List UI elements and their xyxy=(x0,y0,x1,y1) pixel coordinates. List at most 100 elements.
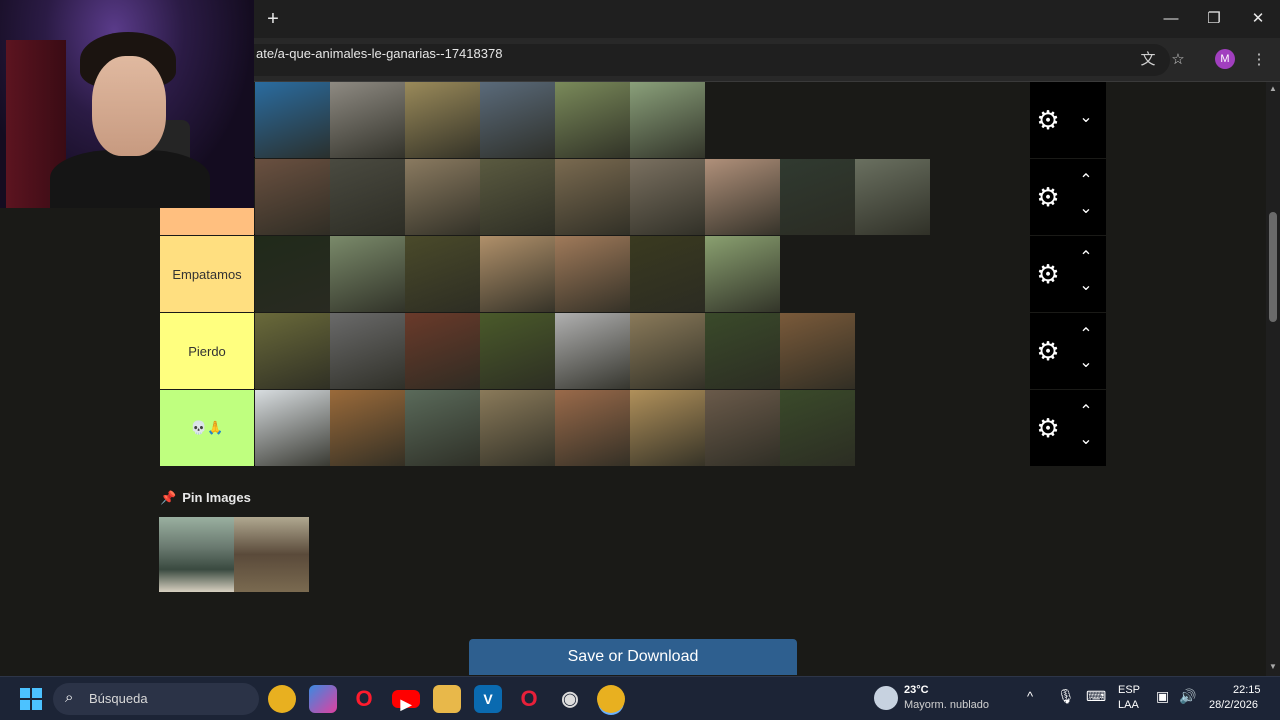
animal-image-anaconda[interactable] xyxy=(255,313,330,389)
minimize-button[interactable]: — xyxy=(1160,8,1182,30)
restore-button[interactable]: ❐ xyxy=(1203,8,1225,30)
animal-image-tiger[interactable] xyxy=(330,390,405,466)
bookmark-star-icon[interactable]: ☆ xyxy=(1167,49,1189,71)
animal-image-rottweiler[interactable] xyxy=(780,390,855,466)
taskbar-search-box[interactable]: ⌕ Búsqueda xyxy=(53,683,259,715)
move-down-chevron-icon[interactable]: ⌄ xyxy=(1076,201,1096,217)
animal-image-red-deer[interactable] xyxy=(630,236,705,312)
language-code[interactable]: ESP xyxy=(1118,684,1140,696)
tier-label[interactable]: Empatamos xyxy=(160,236,254,312)
animal-image-donkey[interactable] xyxy=(480,159,555,235)
move-up-chevron-icon[interactable]: ⌃ xyxy=(1076,327,1096,343)
weather-icon[interactable] xyxy=(874,686,898,710)
opera-gx-app-icon[interactable]: O xyxy=(515,685,543,713)
animal-image-german-shepherd[interactable] xyxy=(780,313,855,389)
animal-image-hyena[interactable] xyxy=(705,390,780,466)
animal-image-ram[interactable] xyxy=(555,159,630,235)
animal-image-snow-leopard[interactable] xyxy=(555,313,630,389)
gear-icon[interactable]: ⚙ xyxy=(1034,414,1062,442)
opera-app-icon[interactable]: O xyxy=(350,685,378,713)
gear-icon[interactable]: ⚙ xyxy=(1034,337,1062,365)
animal-image-caracal[interactable] xyxy=(555,236,630,312)
animal-image-honey-badger[interactable] xyxy=(255,159,330,235)
scrollbar-thumb[interactable] xyxy=(1269,212,1277,322)
animal-image-bear[interactable] xyxy=(255,236,330,312)
animal-image-geese[interactable] xyxy=(630,82,705,158)
tier-items-area[interactable] xyxy=(255,159,1030,235)
animal-image-lizard[interactable] xyxy=(480,82,555,158)
move-down-chevron-icon[interactable]: ⌄ xyxy=(1076,278,1096,294)
tray-overflow-chevron-icon[interactable]: ^ xyxy=(1027,689,1033,704)
url-text[interactable]: ate/a-que-animales-le-ganarias--17418378 xyxy=(256,46,502,61)
animal-image-panda[interactable] xyxy=(705,313,780,389)
move-up-chevron-icon[interactable]: ⌃ xyxy=(1076,404,1096,420)
translate-icon[interactable]: 文 xyxy=(1137,49,1159,71)
move-up-chevron-icon[interactable]: ⌃ xyxy=(1076,250,1096,266)
clock-date[interactable]: 28/2/2026 xyxy=(1209,699,1258,711)
weather-temp[interactable]: 23°C xyxy=(904,684,929,696)
obs-app-icon[interactable]: ◉ xyxy=(556,685,584,713)
chrome-active-app-icon[interactable] xyxy=(597,685,625,713)
close-window-button[interactable]: ✕ xyxy=(1247,8,1269,30)
animal-image-orangutan[interactable] xyxy=(405,313,480,389)
animal-image-mandrill[interactable] xyxy=(330,159,405,235)
pin-image-tortoise[interactable] xyxy=(234,517,309,592)
move-up-chevron-icon[interactable]: ⌃ xyxy=(1076,173,1096,189)
volume-icon[interactable]: 🔊 xyxy=(1179,688,1196,705)
scroll-up-arrow[interactable]: ▲ xyxy=(1268,84,1278,94)
move-down-chevron-icon[interactable]: ⌄ xyxy=(1076,110,1096,126)
animal-image-puma[interactable] xyxy=(555,390,630,466)
animal-image-cheetah[interactable] xyxy=(630,390,705,466)
tier-label[interactable]: Pierdo xyxy=(160,313,254,389)
animal-image-alligator[interactable] xyxy=(405,390,480,466)
animal-image-peacock[interactable] xyxy=(255,82,330,158)
animal-image-komodo-dragon[interactable] xyxy=(330,313,405,389)
youtube-app-icon[interactable]: ▶ xyxy=(392,690,420,712)
gear-icon[interactable]: ⚙ xyxy=(1034,260,1062,288)
animal-image-kangal[interactable] xyxy=(480,390,555,466)
gear-icon[interactable]: ⚙ xyxy=(1034,183,1062,211)
pin-image-sea-turtle[interactable] xyxy=(159,517,234,592)
weather-description[interactable]: Mayorm. nublado xyxy=(904,699,989,711)
animal-image-wolverine[interactable] xyxy=(405,236,480,312)
keyboard-layout[interactable]: LAA xyxy=(1118,699,1139,711)
tier-label[interactable]: 💀🙏 xyxy=(160,390,254,466)
animal-image-camel[interactable] xyxy=(480,236,555,312)
animal-image-squirrel[interactable] xyxy=(630,159,705,235)
chrome-app-icon[interactable] xyxy=(268,685,296,713)
animal-image-sloth[interactable] xyxy=(405,82,480,158)
animal-image-llama[interactable] xyxy=(705,236,780,312)
tier-items-area[interactable] xyxy=(255,390,1030,466)
animal-image-moose[interactable] xyxy=(480,313,555,389)
gear-icon[interactable]: ⚙ xyxy=(1034,106,1062,134)
animal-image-polar-bear[interactable] xyxy=(255,390,330,466)
animal-image-deer[interactable] xyxy=(705,159,780,235)
scroll-down-arrow[interactable]: ▼ xyxy=(1268,662,1278,672)
page-scrollbar[interactable] xyxy=(1266,82,1280,676)
file-explorer-icon[interactable] xyxy=(433,685,461,713)
network-icon[interactable]: ▣ xyxy=(1156,688,1169,705)
microphone-icon[interactable]: 🎙 xyxy=(1057,688,1075,705)
windows-start-button[interactable] xyxy=(20,688,42,710)
new-tab-button[interactable]: + xyxy=(262,8,284,30)
save-or-download-button[interactable]: Save or Download xyxy=(469,639,797,675)
menu-kebab-icon[interactable]: ⋮ xyxy=(1248,49,1270,71)
animal-image-eagle[interactable] xyxy=(855,159,930,235)
copilot-app-icon[interactable] xyxy=(309,685,337,713)
animal-image-kangaroo[interactable] xyxy=(630,313,705,389)
move-down-chevron-icon[interactable]: ⌄ xyxy=(1076,432,1096,448)
search-icon: ⌕ xyxy=(65,689,74,706)
animal-image-koala[interactable] xyxy=(330,82,405,158)
tier-items-area[interactable] xyxy=(255,313,1030,389)
clock-time[interactable]: 22:15 xyxy=(1233,684,1261,696)
tier-items-area[interactable] xyxy=(255,236,1030,312)
profile-avatar[interactable]: M xyxy=(1215,49,1235,69)
animal-image-hare[interactable] xyxy=(555,82,630,158)
animal-image-crocodile[interactable] xyxy=(405,159,480,235)
visio-app-icon[interactable]: V xyxy=(474,685,502,713)
animal-image-cassowary[interactable] xyxy=(780,159,855,235)
tier-items-area[interactable] xyxy=(255,82,1030,158)
keyboard-icon[interactable]: ⌨ xyxy=(1086,688,1106,705)
move-down-chevron-icon[interactable]: ⌄ xyxy=(1076,355,1096,371)
animal-image-wild-dog[interactable] xyxy=(330,236,405,312)
